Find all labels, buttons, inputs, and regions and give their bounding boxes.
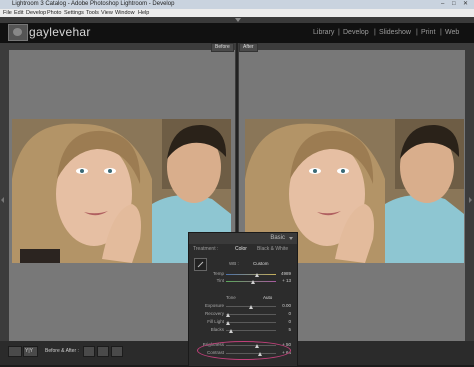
camera-logo-icon (8, 24, 28, 41)
menu-edit[interactable]: Edit (14, 9, 23, 17)
slider-thumb-recovery[interactable] (226, 313, 230, 317)
module-separator: | (338, 29, 340, 36)
minimize-button[interactable]: – (441, 0, 444, 9)
slider-value-tint[interactable]: + 13 (277, 278, 291, 284)
slider-label-temp: Temp (212, 271, 224, 276)
tone-section-label: Tone (226, 295, 236, 300)
copy-after-to-before-button[interactable] (97, 346, 109, 357)
slider-thumb-temp[interactable] (254, 273, 259, 277)
identity-logo-text: gaylevehar (29, 25, 91, 39)
slider-label-exposure: Exposure (204, 303, 224, 308)
after-label: After (239, 43, 258, 52)
wb-label: WB : (229, 261, 239, 266)
slider-track-blacks[interactable] (226, 330, 276, 331)
slider-track-recovery[interactable] (226, 314, 276, 315)
yy-label: Y|Y (25, 348, 33, 354)
before-after-label: Before & After : (45, 348, 79, 354)
slider-label-fill-light: Fill Light (207, 319, 224, 324)
panel-collapse-icon[interactable] (289, 237, 293, 240)
slider-thumb-blacks[interactable] (228, 329, 233, 333)
menu-help[interactable]: Help (138, 9, 149, 17)
menu-window[interactable]: Window (115, 9, 135, 17)
basic-panel-title: Basic (270, 235, 285, 241)
slider-thumb-exposure[interactable] (248, 305, 253, 309)
before-label: Before (211, 43, 234, 52)
window-title: Lightroom 3 Catalog - Adobe Photoshop Li… (12, 1, 175, 7)
module-slideshow[interactable]: Slideshow (379, 29, 411, 36)
wb-select[interactable]: Custom (253, 261, 269, 267)
menu-photo[interactable]: Photo (47, 9, 61, 17)
menu-view[interactable]: View (101, 9, 113, 17)
left-panel-arrow-icon[interactable] (1, 197, 4, 203)
slider-value-exposure[interactable]: 0.00 (277, 303, 291, 309)
tone-auto-button[interactable]: Auto (263, 295, 272, 301)
module-develop[interactable]: Develop (343, 29, 369, 36)
contrast-highlight-annotation (197, 341, 291, 360)
title-bar: Lightroom 3 Catalog - Adobe Photoshop Li… (0, 0, 474, 9)
module-separator: | (374, 29, 376, 36)
slider-value-temp[interactable]: 4989 (277, 271, 291, 277)
slider-label-recovery: Recovery (204, 311, 224, 316)
slider-track-fill-light[interactable] (226, 322, 276, 323)
menu-settings[interactable]: Settings (64, 9, 84, 17)
menu-tools[interactable]: Tools (86, 9, 99, 17)
slider-value-blacks[interactable]: 5 (277, 327, 291, 333)
right-panel-arrow-icon[interactable] (469, 197, 472, 203)
close-button[interactable]: ✕ (463, 0, 468, 9)
treatment-color-option[interactable]: Color (235, 245, 247, 254)
slider-label-tint: Tint (216, 278, 224, 283)
module-separator: | (416, 29, 418, 36)
slider-label-blacks: Blacks (210, 327, 224, 332)
menu-bar: File Edit Develop Photo Settings Tools V… (0, 9, 474, 17)
slider-thumb-tint[interactable] (251, 280, 255, 284)
module-web[interactable]: Web (445, 29, 459, 36)
module-separator: | (440, 29, 442, 36)
slider-thumb-fill-light[interactable] (226, 321, 230, 325)
slider-track-temp[interactable] (226, 274, 276, 275)
menu-develop[interactable]: Develop (26, 9, 46, 17)
treatment-label: Treatment : (193, 246, 219, 252)
maximize-button[interactable]: □ (452, 0, 456, 9)
white-balance-eyedropper-icon[interactable] (194, 258, 207, 271)
module-print[interactable]: Print (421, 29, 435, 36)
slider-value-recovery[interactable]: 0 (277, 311, 291, 317)
collapse-triangle-icon (235, 18, 241, 22)
basic-panel-header[interactable]: Basic (189, 233, 297, 244)
treatment-bw-option[interactable]: Black & White (257, 245, 288, 254)
treatment-row: Treatment : Color Black & White (189, 245, 297, 254)
copy-before-to-after-button[interactable] (83, 346, 95, 357)
loupe-view-button[interactable] (8, 346, 22, 357)
swap-settings-button[interactable] (111, 346, 123, 357)
menu-file[interactable]: File (3, 9, 12, 17)
module-library[interactable]: Library (313, 29, 334, 36)
slider-value-fill-light[interactable]: 0 (277, 319, 291, 325)
